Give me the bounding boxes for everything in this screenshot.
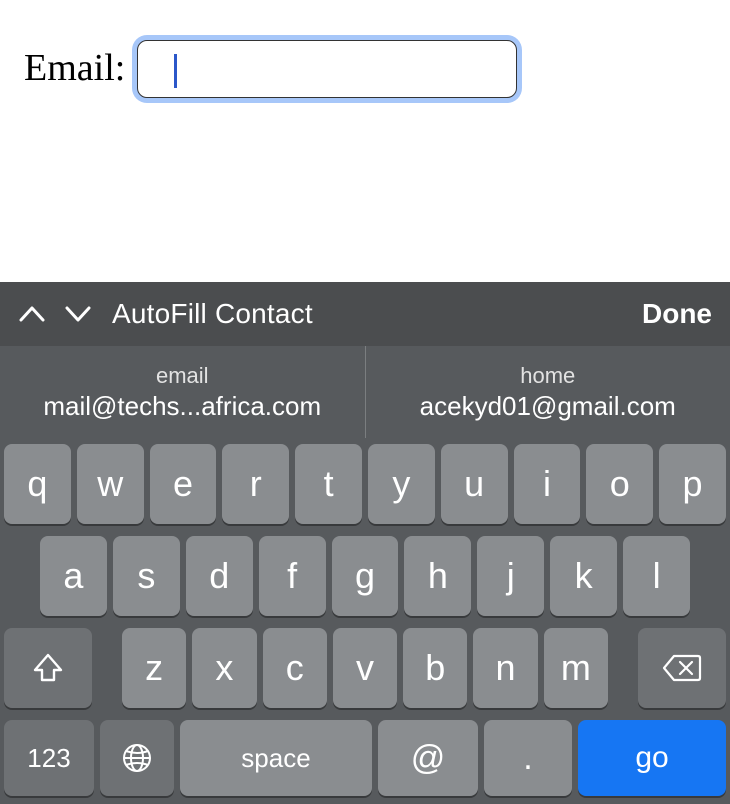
suggestion-type: home xyxy=(520,363,575,389)
spacer xyxy=(98,628,116,708)
key-a[interactable]: a xyxy=(40,536,107,616)
shift-icon xyxy=(31,651,65,685)
text-cursor xyxy=(174,54,177,88)
key-x[interactable]: x xyxy=(192,628,256,708)
key-o[interactable]: o xyxy=(586,444,653,524)
space-key[interactable]: space xyxy=(180,720,372,796)
key-g[interactable]: g xyxy=(332,536,399,616)
key-h[interactable]: h xyxy=(404,536,471,616)
key-k[interactable]: k xyxy=(550,536,617,616)
key-j[interactable]: j xyxy=(477,536,544,616)
key-q[interactable]: q xyxy=(4,444,71,524)
key-l[interactable]: l xyxy=(623,536,690,616)
chevron-down-icon xyxy=(64,304,92,324)
key-r[interactable]: r xyxy=(222,444,289,524)
key-d[interactable]: d xyxy=(186,536,253,616)
key-row-3: z x c v b n m xyxy=(4,628,726,708)
key-w[interactable]: w xyxy=(77,444,144,524)
globe-icon xyxy=(120,741,154,775)
key-y[interactable]: y xyxy=(368,444,435,524)
period-key[interactable]: . xyxy=(484,720,572,796)
key-b[interactable]: b xyxy=(403,628,467,708)
key-c[interactable]: c xyxy=(263,628,327,708)
next-field-button[interactable] xyxy=(64,304,92,324)
autofill-suggestion[interactable]: email mail@techs...africa.com xyxy=(0,346,365,438)
key-row-4: 123 space @ . go xyxy=(4,720,726,796)
keyboard-keys: q w e r t y u i o p a s d f g h j k l xyxy=(0,438,730,804)
key-p[interactable]: p xyxy=(659,444,726,524)
form-area: Email: xyxy=(0,0,730,230)
chevron-up-icon xyxy=(18,304,46,324)
spacer xyxy=(614,628,632,708)
done-button[interactable]: Done xyxy=(642,298,712,330)
autofill-suggestions: email mail@techs...africa.com home aceky… xyxy=(0,346,730,438)
suggestion-value: mail@techs...africa.com xyxy=(43,391,321,422)
at-key[interactable]: @ xyxy=(378,720,478,796)
suggestion-value: acekyd01@gmail.com xyxy=(420,391,676,422)
autofill-contact-button[interactable]: AutoFill Contact xyxy=(112,298,313,330)
backspace-key[interactable] xyxy=(638,628,726,708)
prev-field-button[interactable] xyxy=(18,304,46,324)
key-v[interactable]: v xyxy=(333,628,397,708)
key-n[interactable]: n xyxy=(473,628,537,708)
suggestion-type: email xyxy=(156,363,209,389)
email-label: Email: xyxy=(24,40,125,96)
key-s[interactable]: s xyxy=(113,536,180,616)
backspace-icon xyxy=(662,653,702,683)
key-i[interactable]: i xyxy=(514,444,581,524)
key-row-1: q w e r t y u i o p xyxy=(4,444,726,524)
autofill-suggestion[interactable]: home acekyd01@gmail.com xyxy=(365,346,730,438)
key-u[interactable]: u xyxy=(441,444,508,524)
key-m[interactable]: m xyxy=(544,628,608,708)
field-nav-arrows xyxy=(18,304,92,324)
key-f[interactable]: f xyxy=(259,536,326,616)
go-key[interactable]: go xyxy=(578,720,726,796)
key-e[interactable]: e xyxy=(150,444,217,524)
key-row-2: a s d f g h j k l xyxy=(4,536,726,616)
email-field[interactable] xyxy=(137,40,517,98)
numeric-key[interactable]: 123 xyxy=(4,720,94,796)
key-z[interactable]: z xyxy=(122,628,186,708)
keyboard-panel: AutoFill Contact Done email mail@techs..… xyxy=(0,282,730,804)
shift-key[interactable] xyxy=(4,628,92,708)
key-t[interactable]: t xyxy=(295,444,362,524)
keyboard-accessory-bar: AutoFill Contact Done xyxy=(0,282,730,346)
globe-key[interactable] xyxy=(100,720,174,796)
